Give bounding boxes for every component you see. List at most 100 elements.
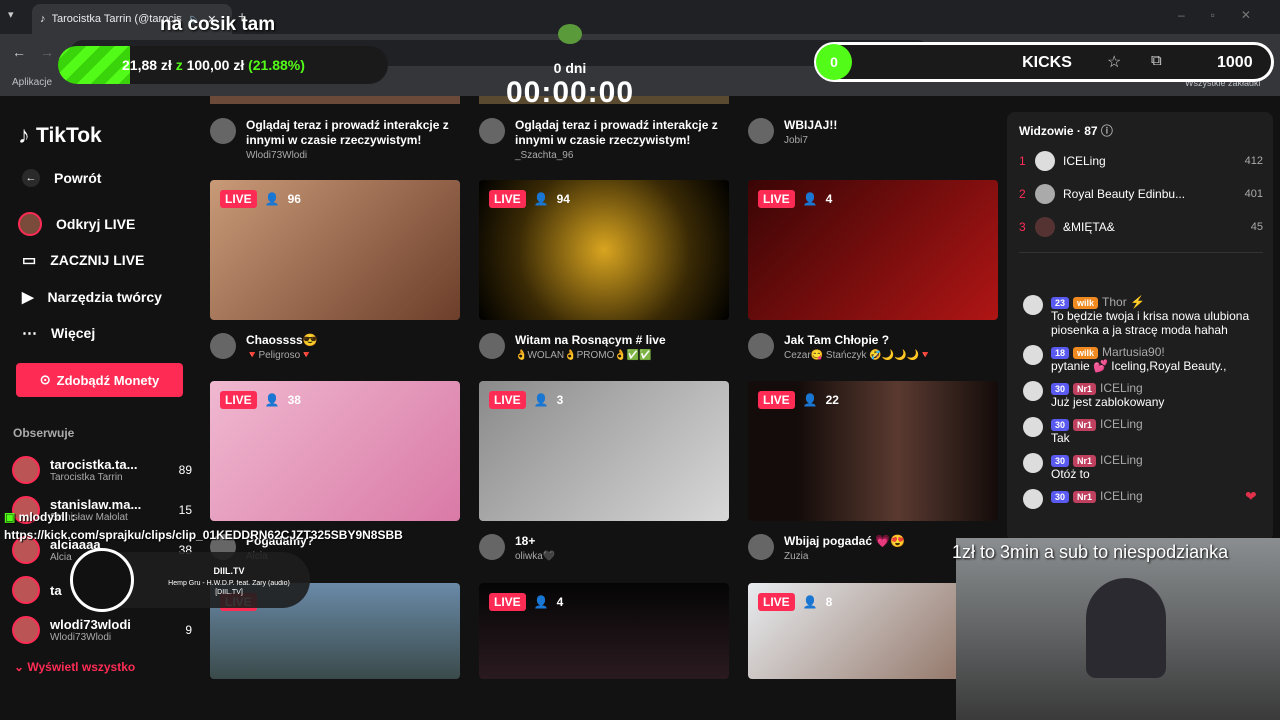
stream-caption[interactable]: Oglądaj teraz i prowadź interakcje z inn… bbox=[479, 118, 729, 161]
viewer-count: 89 bbox=[178, 463, 192, 477]
following-sub: Tarocistka Tarrin bbox=[50, 472, 123, 483]
live-badge: LIVE 👤 4 bbox=[758, 190, 832, 208]
person-icon: 👤 bbox=[802, 595, 818, 609]
live-video-card[interactable]: LIVE 👤 4 bbox=[479, 583, 729, 679]
top-viewers-list: 1 ICELing 412 2 Royal Beauty Edinbu... 4… bbox=[1019, 144, 1263, 243]
rank: 3 bbox=[1019, 219, 1026, 234]
chat-message[interactable]: 23 wilk Thor ⚡ To będzie twoja i krisa nowa… bbox=[1023, 295, 1263, 337]
back-arrow-icon[interactable]: ← bbox=[12, 44, 26, 60]
chat-message[interactable]: 30 Nr1 ICELing bbox=[1023, 489, 1263, 509]
avatar bbox=[1023, 453, 1043, 473]
following-name: wlodi73wlodi bbox=[50, 617, 131, 632]
sidebar-item-discover-live[interactable]: Odkryj LIVE bbox=[18, 206, 135, 242]
avatar bbox=[479, 534, 505, 560]
stream-caption[interactable]: Oglądaj teraz i prowadź interakcje z inn… bbox=[210, 118, 460, 161]
avatar bbox=[748, 118, 774, 144]
tiktok-favicon-icon: ♪ bbox=[40, 13, 46, 25]
stream-caption[interactable]: Jak Tam Chłopie ? Cezar😋 Stańczyk 🤣🌙🌙🌙🔻 bbox=[748, 333, 998, 361]
stream-user: Cezar😋 Stańczyk 🤣🌙🌙🌙🔻 bbox=[784, 350, 932, 361]
live-label: LIVE bbox=[758, 593, 795, 611]
chat-text: Otóż to bbox=[1051, 467, 1090, 481]
extensions-icon[interactable]: ⧉ bbox=[1151, 52, 1162, 69]
live-video-card[interactable]: LIVE 👤 94 bbox=[479, 180, 729, 320]
viewer-count: 22 bbox=[825, 393, 839, 407]
chat-user: Martusia90! bbox=[1102, 345, 1165, 359]
following-item[interactable]: tarocistka.ta... Tarocistka Tarrin 89 bbox=[12, 450, 192, 490]
rank: 2 bbox=[1019, 186, 1026, 201]
top-viewer-row[interactable]: 2 Royal Beauty Edinbu... 401 bbox=[1019, 177, 1263, 210]
avatar bbox=[1023, 295, 1043, 315]
chat-message[interactable]: 30 Nr1 ICELing Tak bbox=[1023, 417, 1263, 445]
forward-arrow-icon[interactable]: → bbox=[40, 44, 54, 60]
person-icon: 👤 bbox=[802, 393, 818, 407]
live-badge: LIVE 👤 38 bbox=[220, 391, 301, 409]
get-coins-button[interactable]: ⊙ Zdobądź Monety bbox=[16, 363, 183, 397]
stream-user: 👌WOLAN👌PROMO👌✅✅ bbox=[515, 350, 652, 361]
stream-title: Oglądaj teraz i prowadź interakcje z inn… bbox=[246, 118, 449, 147]
apps-bookmark[interactable]: Aplikacje bbox=[12, 77, 52, 88]
person-icon: 👤 bbox=[264, 393, 280, 407]
tiktok-logo[interactable]: ♪ TikTok bbox=[18, 122, 102, 150]
level-badge: 30 bbox=[1051, 383, 1070, 395]
clip-url[interactable]: https://kick.com/sprajku/clips/clip_01KE… bbox=[4, 528, 403, 542]
back-label: Powrót bbox=[54, 170, 102, 186]
level-badge: 18 bbox=[1051, 347, 1070, 359]
top-viewer-row[interactable]: 3 &MIĘTA& 45 bbox=[1019, 210, 1263, 243]
now-playing-widget: DIIL.TV Hemp Gru - H.W.D.P. feat. Zary (… bbox=[70, 548, 310, 612]
vinyl-disc-icon bbox=[70, 548, 134, 612]
webcam-caption: 1zł to 3min a sub to niespodzianka bbox=[952, 542, 1229, 562]
stream-caption[interactable]: Witam na Rosnącym # live 👌WOLAN👌PROMO👌✅✅ bbox=[479, 333, 729, 361]
music-channel: DIIL.TV bbox=[213, 566, 245, 576]
person-icon: 👤 bbox=[802, 192, 818, 206]
overlay-top-text: na cosik tam bbox=[160, 14, 276, 35]
live-label: LIVE bbox=[758, 391, 795, 409]
chat-message[interactable]: 18 wilk Martusia90! pytanie 💕 Iceling,Royal… bbox=[1023, 345, 1263, 373]
chat-message[interactable]: 30 Nr1 ICELing Już jest zablokowany bbox=[1023, 381, 1263, 409]
following-item[interactable]: wlodi73wlodi Wlodi73Wlodi 9 bbox=[12, 610, 192, 650]
stream-caption[interactable]: Chaossss😎 🔻Peligroso🔻 bbox=[210, 333, 460, 361]
stream-title: Wbijaj pogadać 💗😍 bbox=[784, 534, 906, 548]
sidebar-item-label: Więcej bbox=[51, 325, 96, 341]
viewer-count: 8 bbox=[825, 595, 833, 609]
viewer-count: 3 bbox=[556, 393, 564, 407]
donation-progress-fill bbox=[58, 46, 131, 84]
stream-caption[interactable]: WBIJAJ!! Jobi7 bbox=[748, 118, 998, 146]
stream-title: Chaossss😎 bbox=[246, 333, 318, 347]
live-video-card[interactable]: LIVE 👤 38 bbox=[210, 381, 460, 521]
tiktok-logo-text: TikTok bbox=[36, 124, 102, 147]
tab-list-icon[interactable]: ▾ bbox=[8, 8, 26, 26]
fan-badge: Nr1 bbox=[1073, 455, 1097, 467]
live-video-card[interactable]: LIVE 👤 4 bbox=[748, 180, 998, 320]
stream-caption[interactable]: 18+ oliwka🖤 bbox=[479, 534, 729, 562]
sidebar-item-creator-tools[interactable]: ▶ Narzędzia twórcy bbox=[22, 279, 162, 315]
chat-message[interactable]: 30 Nr1 ICELing Otóż to bbox=[1023, 453, 1263, 481]
level-badge: 23 bbox=[1051, 297, 1070, 309]
stream-title: Jak Tam Chłopie ? bbox=[784, 333, 890, 347]
live-video-card[interactable]: LIVE 👤 96 bbox=[210, 180, 460, 320]
stream-title: WBIJAJ!! bbox=[784, 118, 838, 132]
star-icon[interactable]: ☆ bbox=[1107, 52, 1121, 72]
donation-goal: 100,00 zł bbox=[186, 57, 245, 73]
donation-text: 21,88 zł z 100,00 zł (21.88%) bbox=[122, 57, 305, 73]
window-controls[interactable]: –▫✕ bbox=[1178, 8, 1277, 22]
viewer-count: 96 bbox=[287, 192, 301, 206]
video-thumbnail[interactable] bbox=[210, 96, 460, 104]
sidebar-item-more[interactable]: ⋯ Więcej bbox=[22, 315, 95, 351]
streamer-silhouette bbox=[1086, 578, 1166, 678]
chevron-down-icon: ⌄ bbox=[14, 660, 28, 674]
music-sub: [DIIL.TV] bbox=[215, 589, 243, 596]
person-icon: 👤 bbox=[264, 192, 280, 206]
back-button[interactable]: ← Powrót bbox=[22, 160, 101, 196]
live-badge: LIVE 👤 4 bbox=[489, 593, 563, 611]
chat-messages: 23 wilk Thor ⚡ To będzie twoja i krisa nowa… bbox=[1023, 295, 1263, 517]
live-video-card[interactable]: LIVE 👤 22 bbox=[748, 381, 998, 521]
sidebar-item-label: Narzędzia twórcy bbox=[47, 289, 162, 305]
show-all-link[interactable]: ⌄ Wyświetl wszystko bbox=[14, 660, 135, 674]
info-icon[interactable]: ⓘ bbox=[1101, 124, 1113, 138]
donation-sep: z bbox=[175, 57, 183, 73]
live-video-card[interactable]: LIVE 👤 3 bbox=[479, 381, 729, 521]
top-viewer-row[interactable]: 1 ICELing 412 bbox=[1019, 144, 1263, 177]
sidebar-item-start-live[interactable]: ▭ ZACZNIJ LIVE bbox=[22, 242, 144, 278]
music-title: Hemp Gru - H.W.D.P. feat. Zary (audio) bbox=[168, 580, 290, 587]
timer: 00:00:00 bbox=[505, 76, 635, 109]
